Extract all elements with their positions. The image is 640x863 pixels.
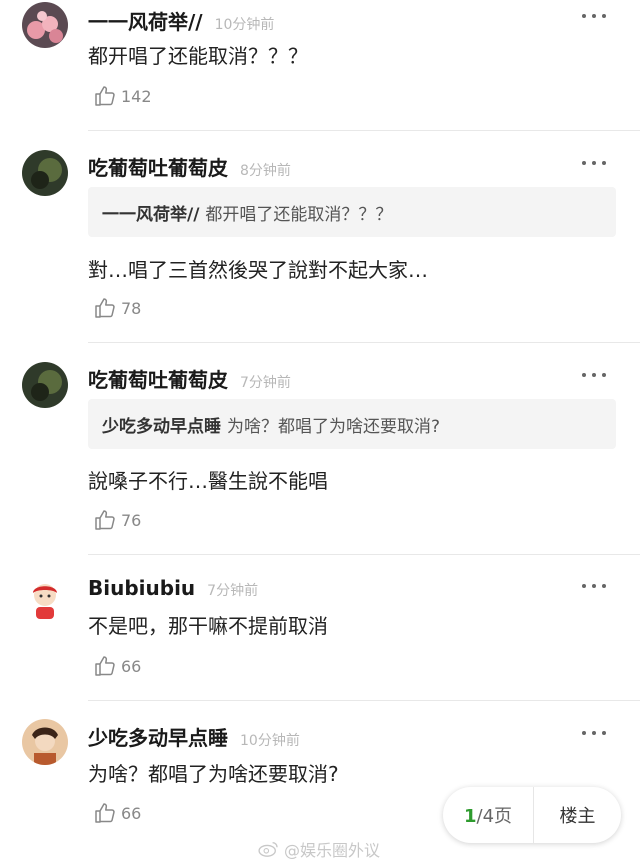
watermark: @娱乐圈外议 [258,837,380,861]
username[interactable]: 一一风荷举//10分钟前 [88,6,274,35]
total-pages: /4页 [476,806,513,827]
username[interactable]: 少吃多动早点睡 10分钟前 [88,722,300,751]
more-options-icon[interactable] [582,730,606,736]
avatar-portrait-image [22,719,68,765]
like-button[interactable]: 142 [93,84,152,108]
comment-text: 對…唱了三首然後哭了說對不起大家… [88,258,428,282]
comment-4: Biubiubiu 7分钟前 不是吧，那干嘛不提前取消 66 [0,555,640,700]
username[interactable]: 吃葡萄吐葡萄皮 7分钟前 [88,364,291,393]
quoted-username: 一一风荷举// [102,204,200,225]
more-options-icon[interactable] [582,13,606,19]
comment-text: 說嗓子不行…醫生說不能唱 [88,469,328,493]
quoted-reply[interactable]: 少吃多动早点睡 为啥？都唱了为啥还要取消? [88,399,616,449]
avatar[interactable] [22,575,68,621]
like-button[interactable]: 78 [93,296,141,320]
like-count: 76 [121,510,142,530]
comment-time: 8分钟前 [240,163,291,179]
thumbs-up-icon [95,298,115,318]
avatar-cartoon-image [22,575,68,621]
more-options-icon[interactable] [582,160,606,166]
current-page: 1 [463,806,477,827]
watermark-text: @娱乐圈外议 [284,841,381,860]
quoted-text: 为啥？都唱了为啥还要取消? [227,416,441,437]
comment-time: 7分钟前 [207,583,259,599]
comment-3: 吃葡萄吐葡萄皮 7分钟前 少吃多动早点睡 为啥？都唱了为啥还要取消? 說嗓子不行…… [0,343,640,554]
avatar-dark-image [22,150,68,196]
thumbs-up-icon [95,803,115,823]
comment-text: 为啥？都唱了为啥还要取消? [88,762,339,786]
quoted-reply[interactable]: 一一风荷举// 都开唱了还能取消？？？ [88,187,616,237]
comment-text: 不是吧，那干嘛不提前取消 [88,614,328,638]
avatar[interactable] [22,150,68,196]
host-only-button[interactable]: 楼主 [534,802,621,828]
thumbs-up-icon [95,86,115,106]
avatar[interactable] [22,719,68,765]
thumbs-up-icon [95,656,115,676]
comment-text: 都开唱了还能取消？？？ [88,44,308,68]
quoted-username: 少吃多动早点睡 [102,416,221,437]
avatar-flowers-image [22,2,68,48]
like-count: 78 [121,298,142,318]
comment-time: 7分钟前 [240,375,291,391]
like-count: 142 [121,86,152,106]
avatar[interactable] [22,362,68,408]
more-options-icon[interactable] [582,372,606,378]
avatar[interactable] [22,2,68,48]
avatar-dark-image [22,362,68,408]
page-navigator: 1/4页 楼主 [443,787,621,843]
like-button[interactable]: 66 [93,801,141,825]
page-indicator-button[interactable]: 1/4页 [443,802,533,828]
comment-time: 10分钟前 [240,733,300,749]
username[interactable]: 吃葡萄吐葡萄皮 8分钟前 [88,152,291,181]
username[interactable]: Biubiubiu 7分钟前 [88,576,258,600]
like-button[interactable]: 76 [93,508,141,532]
thumbs-up-icon [95,510,115,530]
comment-time: 10分钟前 [214,17,275,33]
more-options-icon[interactable] [582,583,606,589]
like-button[interactable]: 66 [93,654,141,678]
comment-2: 吃葡萄吐葡萄皮 8分钟前 一一风荷举// 都开唱了还能取消？？？ 對…唱了三首然後… [0,131,640,342]
like-count: 66 [121,803,142,823]
comment-1: 一一风荷举//10分钟前 都开唱了还能取消？？？ 142 [0,0,640,130]
like-count: 66 [121,656,142,676]
weibo-icon [258,842,278,857]
quoted-text: 都开唱了还能取消？？？ [205,204,393,225]
